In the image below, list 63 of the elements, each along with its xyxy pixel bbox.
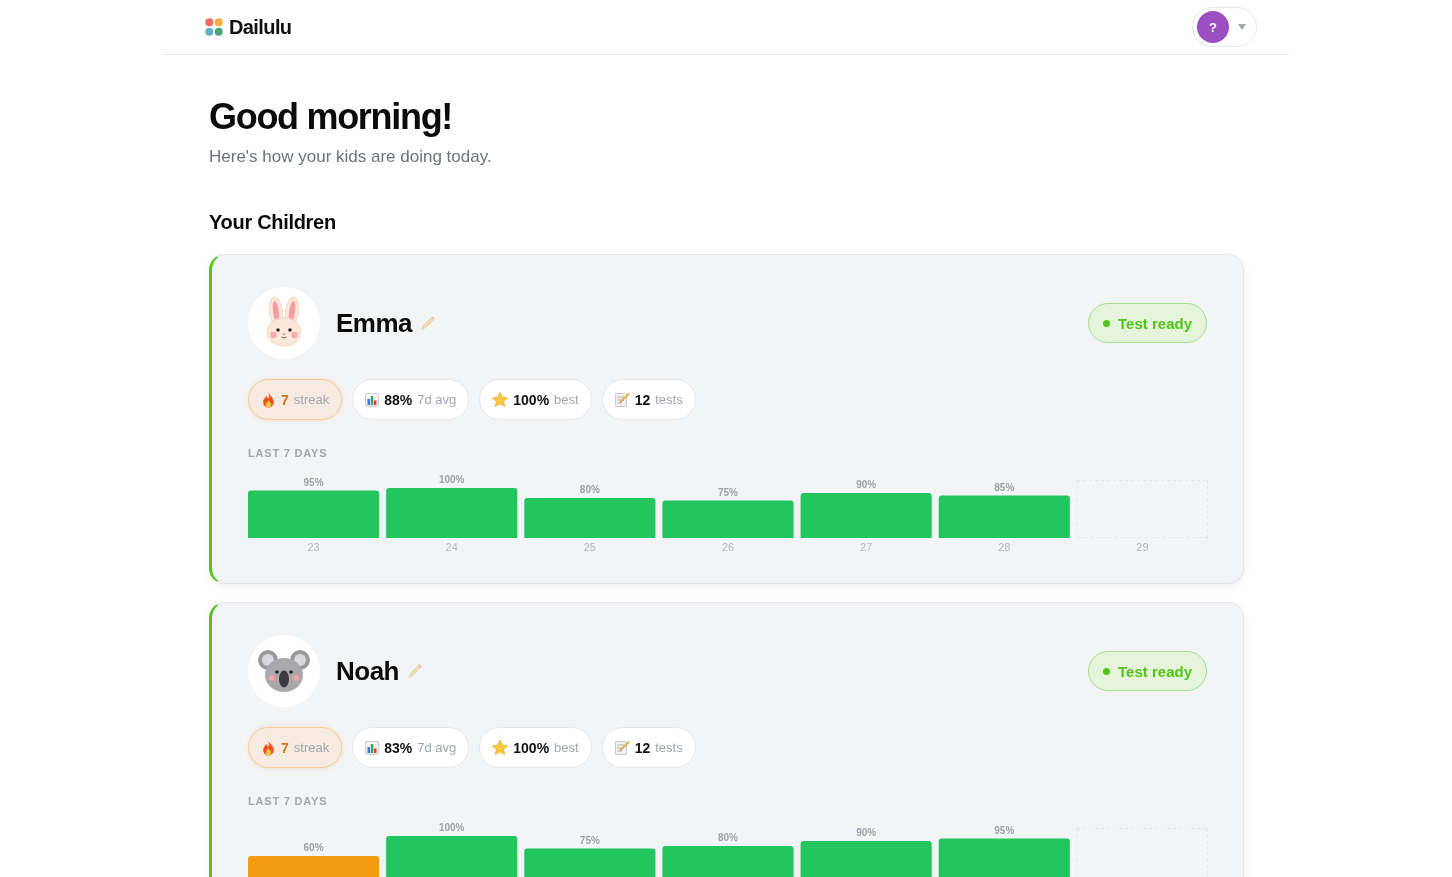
logo-icon — [205, 18, 223, 36]
stat-value: 100% — [513, 739, 550, 756]
greeting-subtitle: Here's how your kids are doing today. — [209, 146, 493, 168]
bar-value-label: 90% — [856, 479, 877, 490]
stat-value: 7 — [281, 391, 289, 408]
pencil-icon[interactable] — [407, 663, 423, 679]
day-label: 23 — [307, 541, 320, 553]
stat-label: streak — [293, 740, 330, 755]
status-dot-icon — [1103, 319, 1111, 327]
bar-value-label: 100% — [438, 822, 465, 833]
stat-label: 7d avg — [417, 392, 457, 407]
day-label: 29 — [1136, 541, 1149, 553]
section-title: Your Children — [209, 210, 337, 235]
bar-chart-icon — [365, 392, 380, 407]
stat-value: 100% — [513, 391, 550, 408]
stat-label: 7d avg — [417, 740, 457, 755]
day-label: 26 — [721, 541, 735, 553]
pencil-icon[interactable] — [420, 315, 437, 331]
stat-value: 12 — [634, 391, 651, 408]
status-dot-icon — [1103, 667, 1111, 675]
stat-label: best — [554, 392, 579, 407]
rabbit-avatar-icon — [248, 287, 320, 359]
day-label: 25 — [583, 541, 596, 553]
status-label: Test ready — [1118, 314, 1192, 332]
greeting-title: Good morning! — [209, 95, 454, 138]
memo-icon — [614, 392, 630, 407]
flame-icon — [261, 739, 276, 756]
bar-value-label: 80% — [718, 832, 738, 843]
bar-chart-icon — [365, 740, 380, 755]
stat-value: 12 — [634, 739, 651, 756]
day-label: 24 — [445, 541, 458, 553]
bar-value-label: 80% — [579, 484, 600, 495]
star-icon — [492, 392, 509, 407]
chart-title: LAST 7 DAYS — [248, 794, 329, 808]
child-name: Noah — [336, 655, 399, 687]
stat-label: tests — [655, 392, 683, 407]
bar-value-label: 100% — [438, 474, 465, 485]
star-icon — [492, 740, 509, 755]
caret-icon — [1238, 24, 1246, 30]
bar-value-label: 75% — [579, 834, 600, 846]
user-avatar: ? — [1197, 11, 1229, 43]
app-name: Dailulu — [229, 15, 292, 39]
chart-title: LAST 7 DAYS — [248, 446, 329, 460]
day-label: 27 — [860, 541, 873, 553]
koala-avatar-icon — [248, 635, 320, 707]
stat-label: tests — [655, 740, 683, 755]
memo-icon — [614, 740, 630, 755]
flame-icon — [261, 391, 276, 408]
bar-value-label: 85% — [994, 481, 1015, 493]
day-label: 28 — [998, 541, 1011, 553]
bar-value-label: 60% — [303, 842, 324, 853]
bar-value-label: 95% — [994, 824, 1015, 836]
bar-value-label: 95% — [303, 476, 324, 488]
status-label: Test ready — [1118, 662, 1192, 680]
account-menu-button[interactable]: ? — [1192, 7, 1257, 47]
stat-value: 7 — [281, 739, 289, 756]
stat-value: 88% — [384, 391, 413, 408]
stat-label: best — [554, 740, 579, 755]
stat-label: streak — [293, 392, 330, 407]
bar-value-label: 90% — [856, 827, 877, 838]
child-name: Emma — [336, 307, 413, 339]
stat-value: 83% — [384, 739, 413, 756]
bar-value-label: 75% — [718, 486, 738, 498]
